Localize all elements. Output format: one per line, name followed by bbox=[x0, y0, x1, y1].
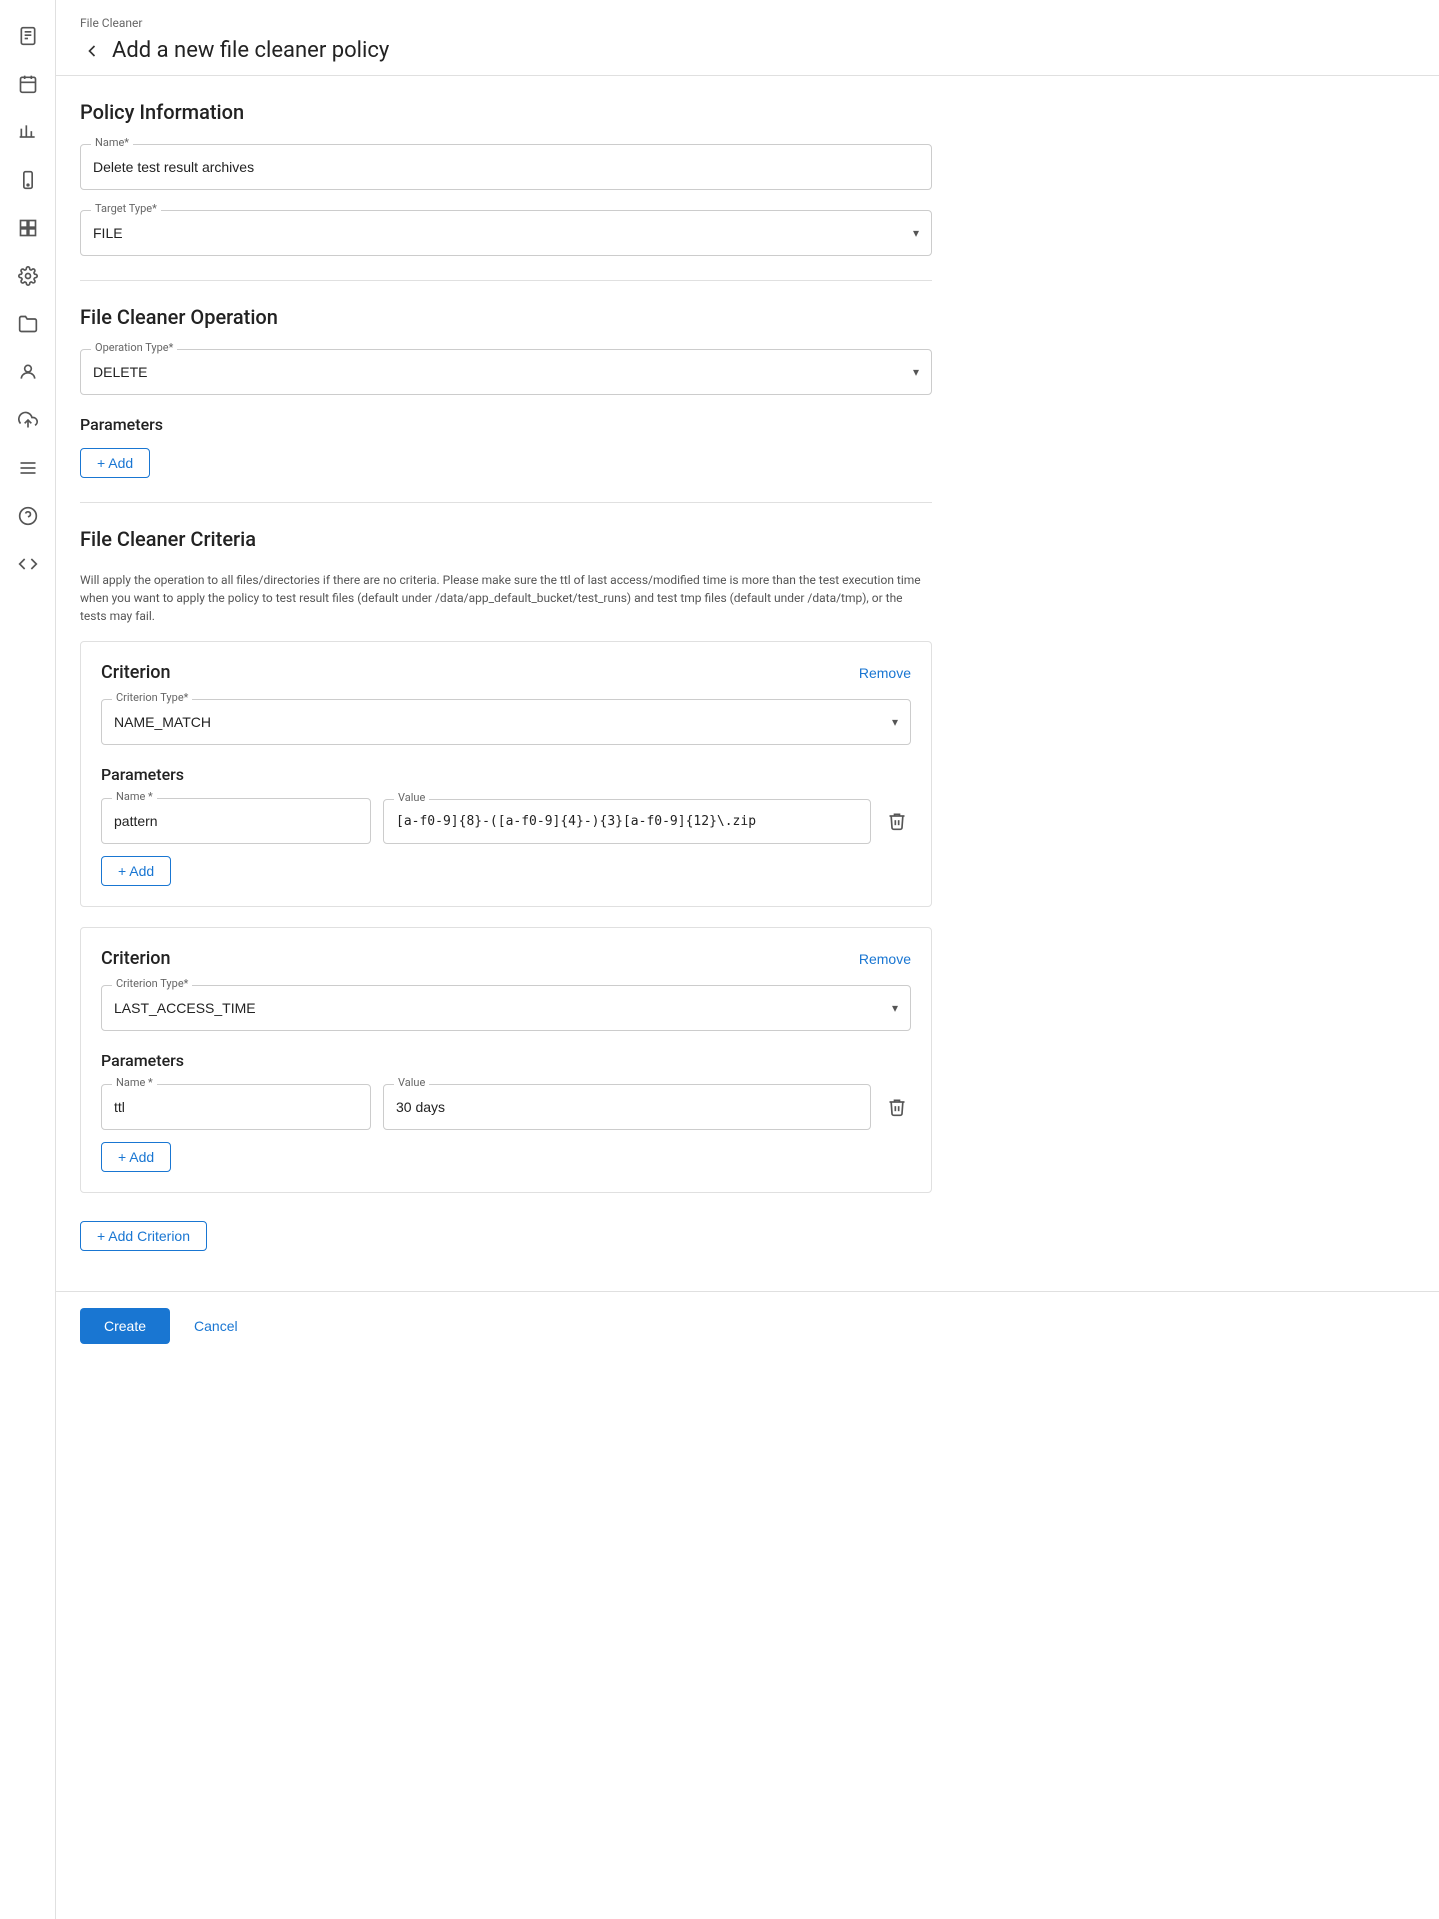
cancel-button[interactable]: Cancel bbox=[182, 1308, 250, 1344]
criterion-1-param-delete-button[interactable] bbox=[883, 807, 911, 835]
sidebar-icon-layers[interactable] bbox=[8, 208, 48, 248]
divider-1 bbox=[80, 280, 932, 281]
criterion-1-parameters-title: Parameters bbox=[101, 765, 911, 784]
create-button[interactable]: Create bbox=[80, 1308, 170, 1344]
back-button[interactable] bbox=[80, 39, 104, 63]
criteria-section-title: File Cleaner Criteria bbox=[80, 527, 932, 551]
sidebar-icon-folder[interactable] bbox=[8, 304, 48, 344]
criterion-2-type-select[interactable]: NAME_MATCH LAST_ACCESS_TIME LAST_MODIFIE… bbox=[102, 986, 910, 1030]
sidebar-icon-chart[interactable] bbox=[8, 112, 48, 152]
name-field: Name* bbox=[80, 144, 932, 190]
criterion-1-param-name-input[interactable] bbox=[102, 799, 370, 843]
operation-type-select-wrapper: DELETE ARCHIVE ▾ bbox=[81, 350, 931, 394]
sidebar-icon-gear[interactable] bbox=[8, 256, 48, 296]
criterion-header-1: Criterion Remove bbox=[101, 662, 911, 683]
remove-criterion-2-button[interactable]: Remove bbox=[859, 951, 911, 967]
criterion-1-param-row-1: Name * Value bbox=[101, 798, 911, 844]
sidebar-icon-person[interactable] bbox=[8, 352, 48, 392]
criterion-block-2: Criterion Remove Criterion Type* NAME_MA… bbox=[80, 927, 932, 1193]
criterion-2-type-field: Criterion Type* NAME_MATCH LAST_ACCESS_T… bbox=[101, 985, 911, 1031]
sidebar-icon-calendar[interactable] bbox=[8, 64, 48, 104]
action-buttons: Create Cancel bbox=[56, 1291, 1439, 1360]
criterion-header-2: Criterion Remove bbox=[101, 948, 911, 969]
sidebar-icon-phone[interactable] bbox=[8, 160, 48, 200]
target-type-field-group: Target Type* FILE DIRECTORY ▾ bbox=[80, 210, 932, 256]
page-title-row: Add a new file cleaner policy bbox=[80, 38, 1415, 63]
target-type-field: Target Type* FILE DIRECTORY ▾ bbox=[80, 210, 932, 256]
criterion-1-param-value-field: Value bbox=[383, 799, 871, 844]
criterion-2-param-name-input[interactable] bbox=[102, 1085, 370, 1129]
remove-criterion-1-button[interactable]: Remove bbox=[859, 665, 911, 681]
add-criterion-button[interactable]: + Add Criterion bbox=[80, 1221, 207, 1251]
sidebar bbox=[0, 0, 56, 1919]
sidebar-icon-upload[interactable] bbox=[8, 400, 48, 440]
criterion-1-add-param-button[interactable]: + Add bbox=[101, 856, 171, 886]
criteria-info-text: Will apply the operation to all files/di… bbox=[80, 571, 932, 625]
sidebar-icon-code[interactable] bbox=[8, 544, 48, 584]
operation-type-field: Operation Type* DELETE ARCHIVE ▾ bbox=[80, 349, 932, 395]
criterion-1-param-name-outlined: Name * bbox=[101, 798, 371, 844]
criterion-2-param-value-field: Value bbox=[383, 1084, 871, 1130]
form-content: Policy Information Name* Target Type* FI… bbox=[56, 76, 956, 1291]
criterion-2-param-name-outlined: Name * bbox=[101, 1084, 371, 1130]
operation-section-title: File Cleaner Operation bbox=[80, 305, 932, 329]
criterion-2-param-value-outlined: Value bbox=[383, 1084, 871, 1130]
criterion-2-parameters-title: Parameters bbox=[101, 1051, 911, 1070]
divider-2 bbox=[80, 502, 932, 503]
main-content: File Cleaner Add a new file cleaner poli… bbox=[56, 0, 1439, 1919]
name-input[interactable] bbox=[81, 145, 931, 189]
criterion-2-param-name-field: Name * bbox=[101, 1084, 371, 1130]
operation-type-field-group: Operation Type* DELETE ARCHIVE ▾ bbox=[80, 349, 932, 395]
criterion-1-type-select-wrapper: NAME_MATCH LAST_ACCESS_TIME LAST_MODIFIE… bbox=[102, 700, 910, 744]
criterion-1-type-select[interactable]: NAME_MATCH LAST_ACCESS_TIME LAST_MODIFIE… bbox=[102, 700, 910, 744]
page-title: Add a new file cleaner policy bbox=[112, 38, 389, 63]
criterion-1-param-name-field: Name * bbox=[101, 798, 371, 844]
sidebar-icon-list[interactable] bbox=[8, 448, 48, 488]
operation-parameters-title: Parameters bbox=[80, 415, 932, 434]
sidebar-icon-help[interactable] bbox=[8, 496, 48, 536]
criterion-1-type-field: Criterion Type* NAME_MATCH LAST_ACCESS_T… bbox=[101, 699, 911, 745]
criterion-2-param-value-input[interactable] bbox=[384, 1085, 870, 1129]
criterion-block-1: Criterion Remove Criterion Type* NAME_MA… bbox=[80, 641, 932, 907]
target-type-select[interactable]: FILE DIRECTORY bbox=[81, 211, 931, 255]
criterion-title-1: Criterion bbox=[101, 662, 171, 683]
policy-info-title: Policy Information bbox=[80, 100, 932, 124]
criterion-1-param-value-outlined: Value bbox=[383, 799, 871, 844]
criterion-2-param-delete-button[interactable] bbox=[883, 1093, 911, 1121]
criterion-2-param-row-1: Name * Value bbox=[101, 1084, 911, 1130]
operation-add-param-button[interactable]: + Add bbox=[80, 448, 150, 478]
criterion-1-param-value-input[interactable] bbox=[384, 800, 870, 843]
criterion-2-type-select-wrapper: NAME_MATCH LAST_ACCESS_TIME LAST_MODIFIE… bbox=[102, 986, 910, 1030]
criterion-2-type-field-group: Criterion Type* NAME_MATCH LAST_ACCESS_T… bbox=[101, 985, 911, 1031]
criterion-1-type-field-group: Criterion Type* NAME_MATCH LAST_ACCESS_T… bbox=[101, 699, 911, 745]
criterion-title-2: Criterion bbox=[101, 948, 171, 969]
page-header: File Cleaner Add a new file cleaner poli… bbox=[56, 0, 1439, 76]
sidebar-icon-document[interactable] bbox=[8, 16, 48, 56]
breadcrumb: File Cleaner bbox=[80, 16, 1415, 30]
criterion-2-add-param-button[interactable]: + Add bbox=[101, 1142, 171, 1172]
operation-type-select[interactable]: DELETE ARCHIVE bbox=[81, 350, 931, 394]
target-type-select-wrapper: FILE DIRECTORY ▾ bbox=[81, 211, 931, 255]
name-field-group: Name* bbox=[80, 144, 932, 190]
